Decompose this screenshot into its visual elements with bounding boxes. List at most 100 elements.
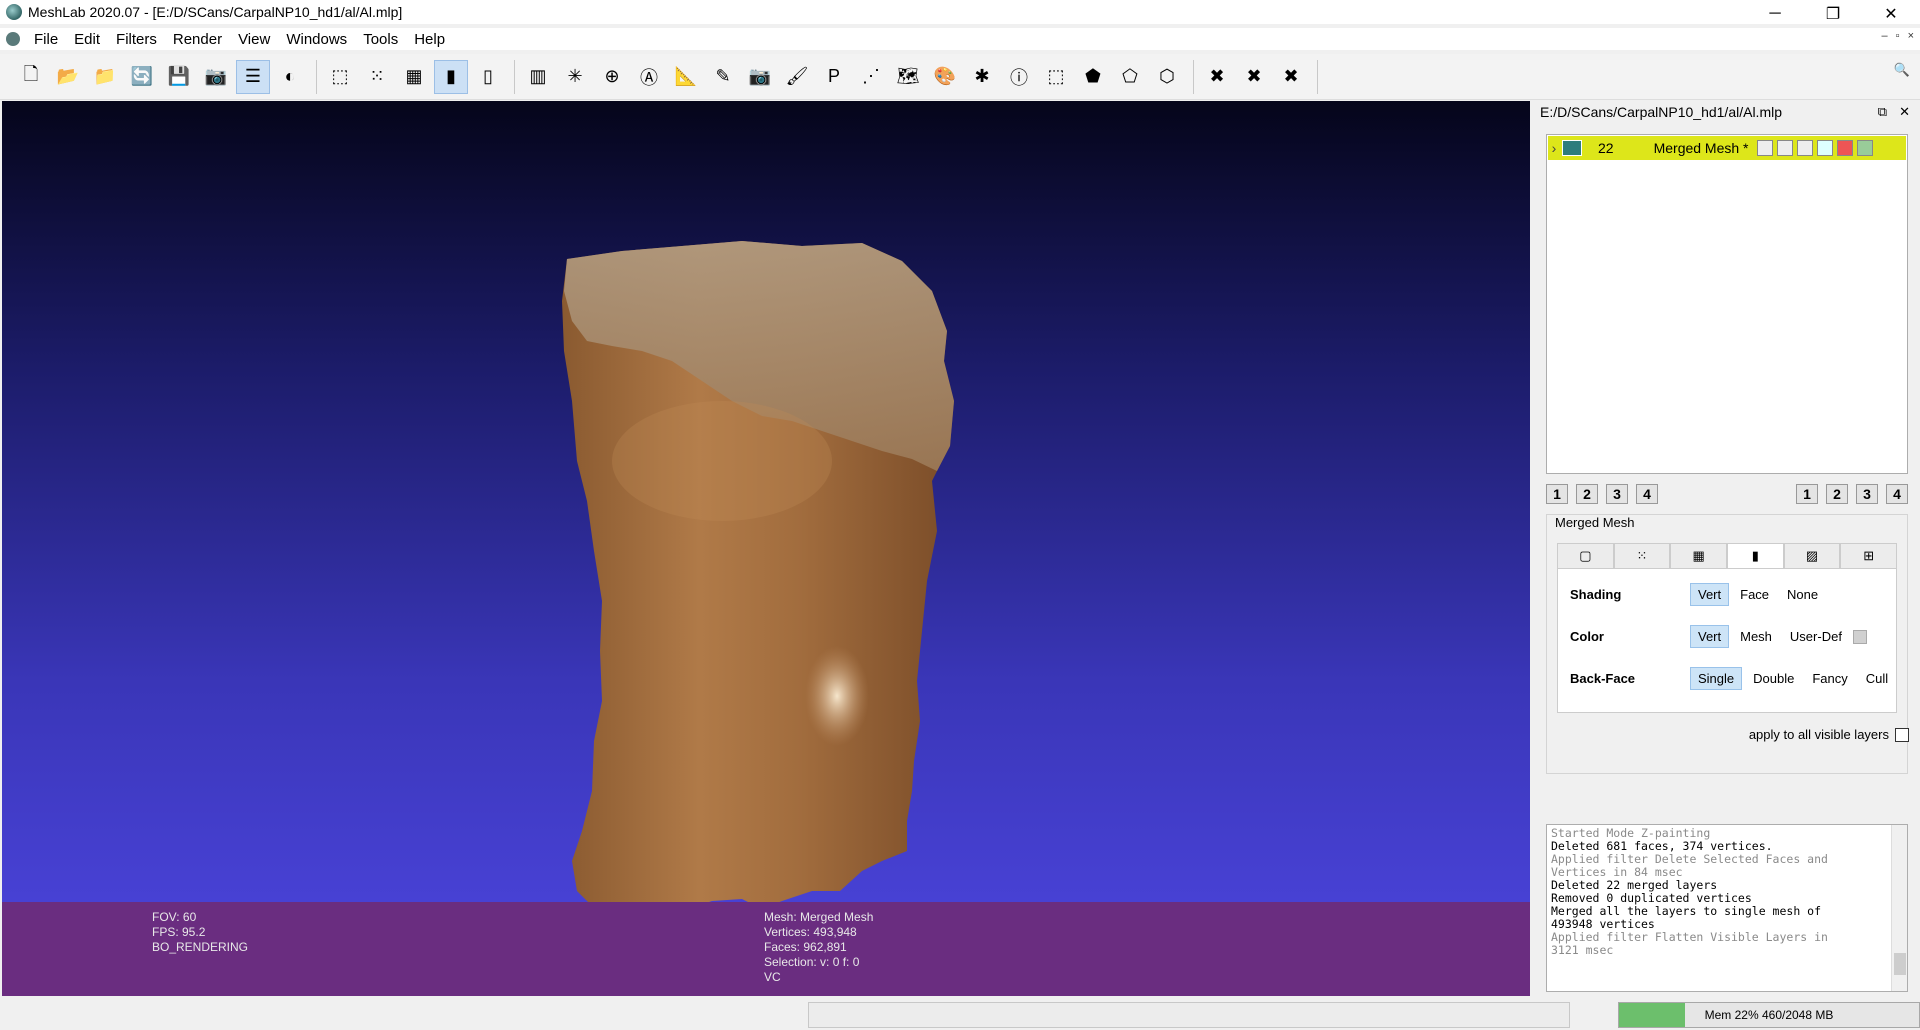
menu-edit[interactable]: Edit [66,31,108,48]
info-icon[interactable]: ⓘ [1002,60,1036,94]
menu-render[interactable]: Render [165,31,230,48]
mdi-restore-button[interactable]: ▫ [1896,30,1900,42]
open-mesh-icon[interactable]: 📁 [88,60,122,94]
main-toolbar: 🗋 📂 📁 🔄 💾 📷 ☰ ◐ ⬚ ⁙ ▦ ▮ ▯ ▥ ✳ ⊕ Ⓐ 📐 ✎ 📷 🖌 P ⋰ 🗺 🎨 ✱ ⓘ ⬚ ⬟ ⬠ ⬡ ✖ ✖ ✖ 🔍 [0,54,1920,100]
color-vert-option[interactable]: Vert [1690,625,1730,648]
color-row: Color Vert Mesh User-Def [1570,625,1867,648]
menu-tools[interactable]: Tools [355,31,406,48]
backface-double-option[interactable]: Double [1746,668,1801,689]
log-window[interactable]: Started Mode Z-painting Deleted 681 faces… [1546,824,1908,992]
layer-bbox-icon[interactable] [1756,140,1773,156]
layer-panel: E:/D/SCans/CarpalNP10_hd1/al/Al.mlp ⧉ ✕ … [1534,100,1920,996]
menu-windows[interactable]: Windows [278,31,355,48]
color-userdef-option[interactable]: User-Def [1783,626,1849,647]
point-picker-icon[interactable]: ⋰ [854,60,888,94]
apply-all-checkbox[interactable] [1895,727,1909,742]
maximize-button[interactable]: ❐ [1804,0,1862,28]
measure-icon[interactable]: 📐 [669,60,703,94]
log-scroll-thumb[interactable] [1894,953,1906,975]
texture-icon[interactable]: ▯ [471,60,505,94]
menu-help[interactable]: Help [406,31,453,48]
vertex-count: Vertices: 493,948 [764,925,857,939]
preset-4-button[interactable]: 4 [1886,484,1908,504]
raster-align-icon[interactable]: 📷 [743,60,777,94]
backface-single-option[interactable]: Single [1690,667,1743,690]
preset-2-button[interactable]: 2 [1826,484,1848,504]
left-presets: 1 2 3 4 [1546,484,1658,504]
minimize-button[interactable]: ─ [1746,0,1804,28]
layer-row[interactable]: › 22 Merged Mesh * [1548,136,1906,160]
annotate-icon[interactable]: Ⓐ [632,60,666,94]
app-menu-icon[interactable] [6,32,20,46]
backface-cull-option[interactable]: Cull [1859,668,1895,689]
select-conn-icon[interactable]: ⬠ [1113,60,1147,94]
preset-3-button[interactable]: 3 [1856,484,1878,504]
3d-viewport[interactable]: FOV: 60 FPS: 95.2 BO_RENDERING Mesh: Mer… [2,101,1530,996]
points-icon[interactable]: ⁙ [360,60,394,94]
menu-file[interactable]: File [26,31,66,48]
paint-icon[interactable]: 🖌 [780,60,814,94]
layer-wire-icon[interactable] [1796,140,1813,156]
open-project-icon[interactable]: 📂 [51,60,85,94]
menu-view[interactable]: View [230,31,278,48]
raster-icon[interactable]: ◐ [273,60,307,94]
tab-points[interactable]: ⁙ [1613,543,1671,568]
close-button[interactable]: ✕ [1862,0,1920,28]
quality-icon[interactable]: 🎨 [928,60,962,94]
shading-face-option[interactable]: Face [1733,584,1776,605]
shading-vert-option[interactable]: Vert [1690,583,1730,606]
close-panel-icon[interactable]: ✕ [1899,104,1910,120]
toolbar-separator [316,59,317,94]
layer-points-icon[interactable] [1776,140,1793,156]
select-area-icon[interactable]: ⬡ [1150,60,1184,94]
manipulator-icon[interactable]: ▥ [521,60,555,94]
wireframe-icon[interactable]: ▦ [397,60,431,94]
sphere-icon[interactable]: ⊕ [595,60,629,94]
layer-texture-icon[interactable] [1836,140,1853,156]
search-icon[interactable]: 🔍 [1894,62,1910,78]
delete-faces-verts-icon[interactable]: ✖ [1274,60,1308,94]
bbox-icon[interactable]: ⬚ [323,60,357,94]
tab-texture[interactable]: ▨ [1783,543,1841,568]
preset-2-button[interactable]: 2 [1576,484,1598,504]
select-rect-icon[interactable]: ⬚ [1039,60,1073,94]
georef-icon[interactable]: ✱ [965,60,999,94]
texture-map-icon[interactable]: 🗺 [891,60,925,94]
mdi-close-button[interactable]: × [1908,30,1914,42]
snapshot-icon[interactable]: 📷 [199,60,233,94]
shading-none-option[interactable]: None [1780,584,1825,605]
tab-bbox[interactable]: ▢ [1557,543,1614,568]
backface-fancy-option[interactable]: Fancy [1805,668,1854,689]
render-options-body: Shading Vert Face None Color Vert Mesh U… [1557,569,1897,713]
tab-wireframe[interactable]: ▦ [1670,543,1728,568]
mdi-minimize-button[interactable]: – [1882,30,1888,42]
pick-icon[interactable]: ✎ [706,60,740,94]
align-icon[interactable]: ✳ [558,60,592,94]
smooth-icon[interactable]: ▮ [434,59,468,94]
select-vert-icon[interactable]: ⬟ [1076,60,1110,94]
backface-label: Back-Face [1570,671,1636,686]
menu-filters[interactable]: Filters [108,31,165,48]
save-icon[interactable]: 💾 [162,60,196,94]
layers-icon[interactable]: ☰ [236,59,270,94]
delete-verts-icon[interactable]: ✖ [1200,60,1234,94]
user-color-swatch[interactable] [1852,629,1867,644]
visibility-eye-icon[interactable] [1562,140,1582,156]
delete-faces-icon[interactable]: ✖ [1237,60,1271,94]
preset-1-button[interactable]: 1 [1546,484,1568,504]
tab-extra[interactable]: ⊞ [1840,543,1898,568]
layer-smooth-icon[interactable] [1816,140,1833,156]
preset-4-button[interactable]: 4 [1636,484,1658,504]
layer-list[interactable]: › 22 Merged Mesh * [1546,134,1908,474]
z-paint-icon[interactable]: P [817,60,851,94]
tab-solid[interactable]: ▮ [1727,543,1784,568]
layer-options-icon[interactable] [1856,140,1873,156]
float-panel-icon[interactable]: ⧉ [1878,104,1887,120]
reload-icon[interactable]: 🔄 [125,60,159,94]
color-mesh-option[interactable]: Mesh [1733,626,1779,647]
preset-3-button[interactable]: 3 [1606,484,1628,504]
new-file-icon[interactable]: 🗋 [14,60,48,94]
log-scrollbar[interactable] [1891,825,1907,991]
preset-1-button[interactable]: 1 [1796,484,1818,504]
expand-icon[interactable]: › [1548,140,1560,156]
